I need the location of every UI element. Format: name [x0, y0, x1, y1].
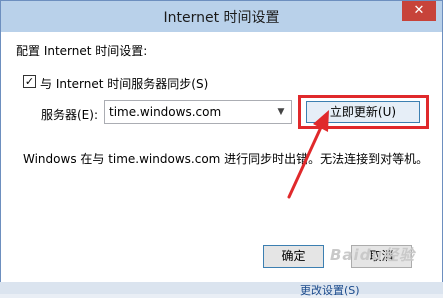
change-settings-link[interactable]: 更改设置(S) — [300, 282, 360, 298]
background-window-strip — [0, 282, 443, 294]
server-label: 服务器(E): — [41, 108, 98, 122]
watermark-logo: Baidu经验 — [330, 246, 416, 264]
dialog-title: Internet 时间设置 — [163, 10, 280, 26]
update-now-button[interactable]: 立即更新(U) — [306, 101, 420, 123]
close-icon: ✕ — [413, 3, 425, 18]
chevron-down-icon[interactable]: ▼ — [274, 104, 288, 120]
server-value: time.windows.com — [109, 105, 222, 119]
close-button[interactable]: ✕ — [402, 1, 436, 21]
title-bar: Internet 时间设置 ✕ — [1, 1, 442, 32]
sync-status-text: Windows 在与 time.windows.com 进行同步时出错。无法连接… — [23, 152, 429, 166]
section-label: 配置 Internet 时间设置: — [16, 44, 148, 58]
sync-checkbox-label[interactable]: 与 Internet 时间服务器同步(S) — [40, 75, 208, 92]
ok-button[interactable]: 确定 — [263, 245, 324, 268]
checkmark-icon: ✓ — [24, 75, 35, 88]
sync-checkbox[interactable]: ✓ — [23, 75, 36, 88]
server-select[interactable]: time.windows.com ▼ — [104, 100, 292, 124]
